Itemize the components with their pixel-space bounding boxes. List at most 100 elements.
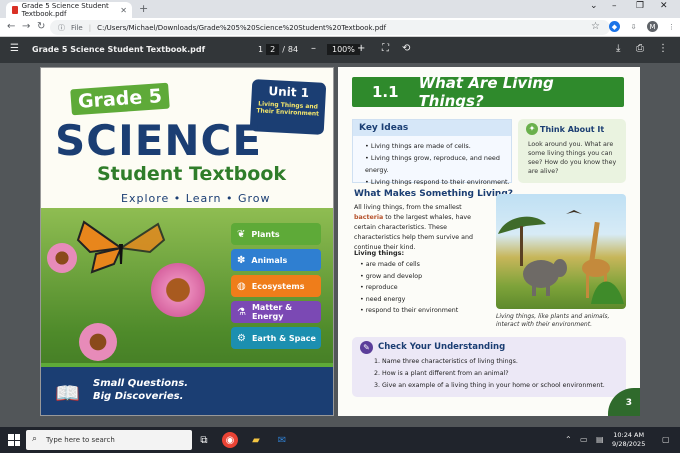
question-item: 2. How is a plant different from an anim… xyxy=(374,370,509,377)
book-icon: 📖 xyxy=(55,381,80,405)
network-icon[interactable]: ▭ xyxy=(580,435,588,444)
tab-pdf[interactable]: Grade 5 Science Student Textbook.pdf ✕ xyxy=(6,2,132,18)
unit-label: Unit 1 xyxy=(268,83,310,101)
flask-icon: ⚗ xyxy=(237,306,246,318)
back-icon[interactable]: ← xyxy=(7,21,15,32)
zoom-in-button[interactable]: + xyxy=(357,43,365,54)
think-about-it-box: ✦ Think About It Look around you. What a… xyxy=(518,119,626,183)
page-total: 84 xyxy=(287,45,299,54)
search-icon: ⌕ xyxy=(32,434,38,444)
page-current-input[interactable]: 1 xyxy=(258,45,263,54)
pdf-toolbar: ☰ Grade 5 Science Student Textbook.pdf 1… xyxy=(0,37,680,63)
question-item: 1. Name three characteristics of living … xyxy=(374,358,518,365)
search-placeholder: Type here to search xyxy=(46,436,115,444)
tray-chevron-icon[interactable]: ⌃ xyxy=(565,435,572,444)
makes-living-heading: What Makes Something Living? xyxy=(354,189,513,199)
profile-avatar[interactable]: M xyxy=(647,21,658,32)
zoom-level[interactable]: 100% xyxy=(327,44,360,55)
lightbulb-icon: ✦ xyxy=(526,123,538,135)
coneflower-bottom-image xyxy=(79,323,117,361)
check-title: Check Your Understanding xyxy=(378,342,506,352)
clock-time: 10:24 AM xyxy=(613,431,645,439)
tab-search-button[interactable]: ⌄ xyxy=(590,1,598,11)
windows-start-icon[interactable] xyxy=(8,434,20,446)
living-things-list: are made of cells grow and develop repro… xyxy=(360,259,459,317)
mail-icon[interactable]: ✉ xyxy=(274,432,290,448)
taskbar-clock[interactable]: 10:24 AM 9/28/2025 xyxy=(612,431,645,449)
pdf-file-icon xyxy=(12,6,18,14)
gear-icon: ⚙ xyxy=(237,332,246,344)
check-pencil-icon: ✎ xyxy=(360,341,373,354)
topic-ecosystems: ◍ Ecosystems xyxy=(231,275,321,297)
more-options-icon[interactable]: ⋮ xyxy=(658,43,668,54)
cover-footer: 📖 Small Questions. Big Discoveries. xyxy=(41,363,333,415)
print-icon[interactable]: ⎙ xyxy=(636,43,644,54)
taskbar: ⌕ Type here to search ⧉ ◉ ▰ ✉ ⌃ ▭ ▤ 10:2… xyxy=(0,427,680,453)
chrome-taskbar-icon[interactable]: ◉ xyxy=(222,432,238,448)
globe-icon: ◍ xyxy=(237,280,246,292)
topic-earth-space: ⚙ Earth & Space xyxy=(231,327,321,349)
question-item: 3. Give an example of a living thing in … xyxy=(374,382,605,389)
tab-title: Grade 5 Science Student Textbook.pdf xyxy=(21,2,109,18)
url-field[interactable]: ⓘ File | C:/Users/Michael/Downloads/Grad… xyxy=(50,20,610,35)
task-view-icon[interactable]: ⧉ xyxy=(196,432,212,448)
paw-icon: ✽ xyxy=(237,254,246,266)
footer-line-1: Small Questions. xyxy=(93,378,189,389)
paragraph-text-start: All living things, from the smallest xyxy=(354,204,462,211)
topic-label: Earth & Space xyxy=(251,333,316,343)
topic-label: Matter & Energy xyxy=(251,303,293,321)
menu-kebab-icon[interactable]: ⋮ xyxy=(666,21,677,32)
battery-icon[interactable]: ▤ xyxy=(596,435,604,444)
file-explorer-icon[interactable]: ▰ xyxy=(248,432,264,448)
tab-strip: Grade 5 Science Student Textbook.pdf ✕ +… xyxy=(0,0,680,18)
topic-animals: ✽ Animals xyxy=(231,249,321,271)
section-header: 1.1 What Are Living Things? xyxy=(352,74,624,110)
lesson-page: 1.1 What Are Living Things? Key Ideas Li… xyxy=(338,67,640,416)
taskbar-search-field[interactable]: ⌕ Type here to search xyxy=(26,430,192,450)
photo-caption: Living things, like plants and animals, … xyxy=(496,313,610,328)
download-pdf-icon[interactable]: ⤓ xyxy=(616,43,620,54)
cover-page: Grade 5 Unit 1 Living Things and Their E… xyxy=(40,67,334,416)
page-separator: / xyxy=(282,45,285,54)
fit-page-icon[interactable]: ⛶ xyxy=(382,43,389,54)
maximize-button[interactable]: ❐ xyxy=(636,1,644,11)
new-tab-button[interactable]: + xyxy=(139,2,148,15)
leaf-icon: ❦ xyxy=(237,228,246,240)
section-number: 1.1 xyxy=(372,83,399,101)
url-divider: | xyxy=(88,23,92,32)
info-icon[interactable]: ⓘ xyxy=(58,23,65,33)
reload-icon[interactable]: ↻ xyxy=(37,21,45,32)
think-text: Look around you. What are some living th… xyxy=(528,141,617,175)
close-window-button[interactable]: ✕ xyxy=(660,1,668,11)
cover-tagline: Explore • Learn • Grow xyxy=(121,192,271,205)
check-understanding-box: ✎ Check Your Understanding 1. Name three… xyxy=(352,337,626,397)
cover-subtitle: Student Textbook xyxy=(97,163,287,185)
page-display[interactable]: 2 xyxy=(266,44,280,55)
minimize-button[interactable]: – xyxy=(612,1,617,11)
clock-date: 9/28/2025 xyxy=(612,440,646,448)
bookmark-star-icon[interactable]: ☆ xyxy=(590,21,601,32)
list-item: Living things grow, reproduce, and need … xyxy=(365,152,511,176)
list-item: Living things are made of cells. xyxy=(365,140,511,152)
forward-icon[interactable]: → xyxy=(22,21,30,32)
check-questions: 1. Name three characteristics of living … xyxy=(352,352,626,392)
rotate-icon[interactable]: ⟲ xyxy=(402,43,410,54)
list-item: grow and develop xyxy=(360,271,458,283)
key-ideas-title: Key Ideas xyxy=(353,120,511,136)
hamburger-menu-icon[interactable]: ☰ xyxy=(10,43,19,54)
coneflower-small-image xyxy=(47,243,77,273)
extension-icon[interactable]: ◆ xyxy=(609,21,620,32)
key-ideas-list: Living things are made of cells. Living … xyxy=(353,136,511,188)
savanna-animals-photo xyxy=(496,194,626,309)
pdf-file-name: Grade 5 Science Student Textbook.pdf xyxy=(32,45,206,54)
footer-line-2: Big Discoveries. xyxy=(93,391,184,402)
tab-close-icon[interactable]: ✕ xyxy=(120,6,127,15)
topic-list: ❦ Plants ✽ Animals ◍ Ecosystems ⚗ Matter… xyxy=(231,223,321,353)
zoom-out-button[interactable]: – xyxy=(311,43,316,54)
topic-plants: ❦ Plants xyxy=(231,223,321,245)
url-text: C:/Users/Michael/Downloads/Grade%205%20S… xyxy=(97,23,387,32)
pdf-viewer[interactable]: Grade 5 Unit 1 Living Things and Their E… xyxy=(0,63,680,427)
notifications-icon[interactable]: ▢ xyxy=(662,435,670,444)
download-icon[interactable]: ⇩ xyxy=(628,21,639,32)
list-item: are made of cells xyxy=(360,259,458,271)
